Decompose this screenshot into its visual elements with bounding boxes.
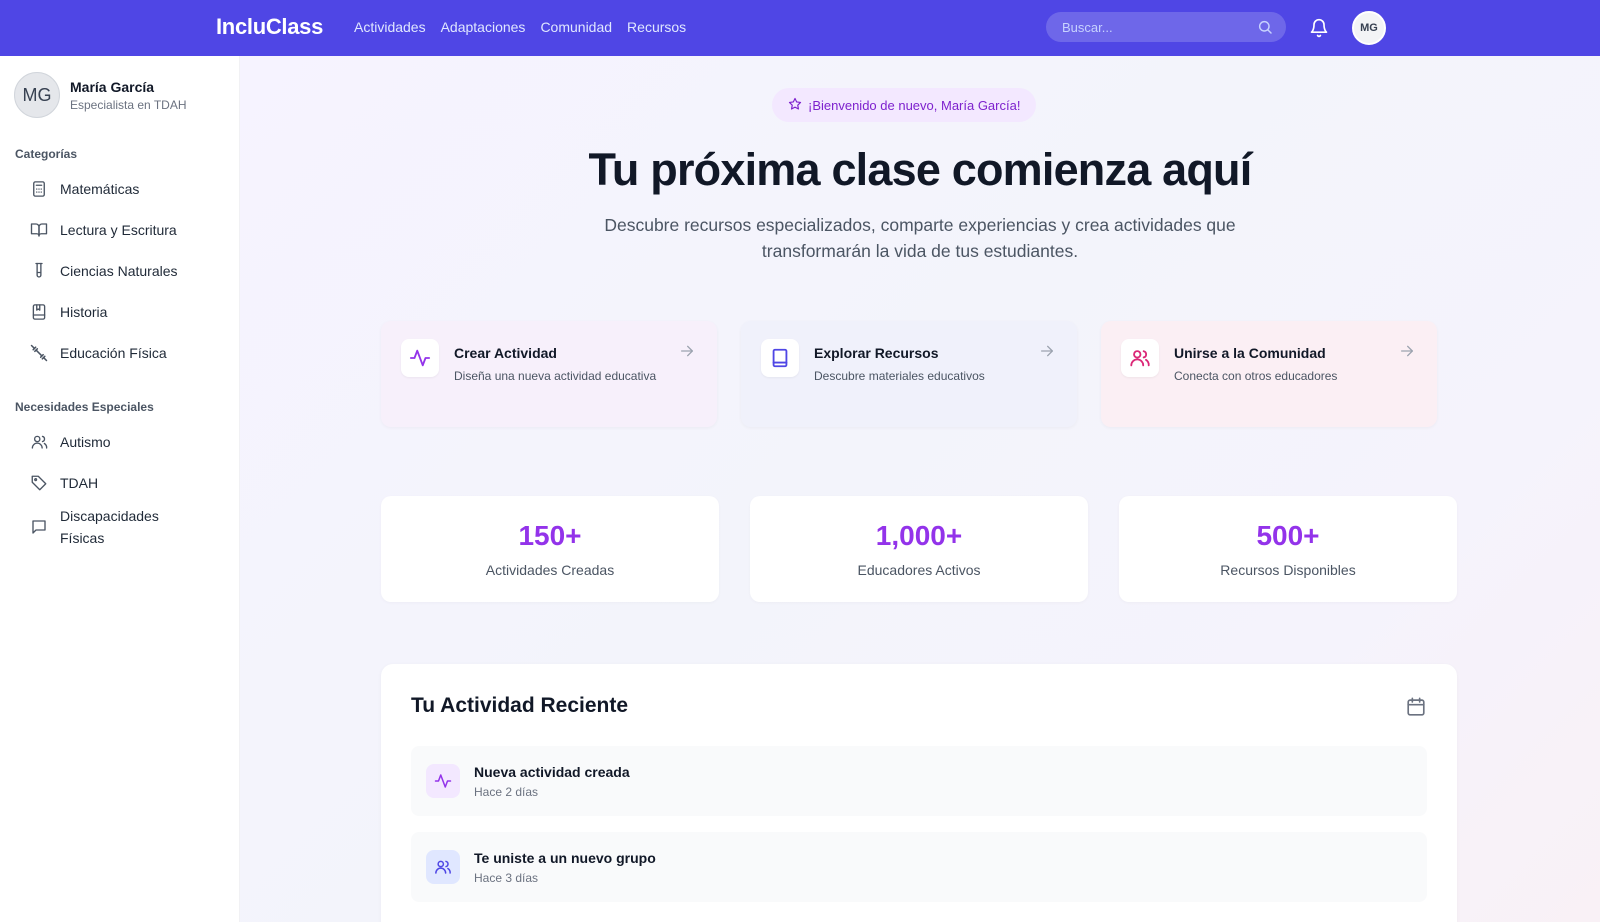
history-book-icon — [28, 301, 50, 323]
action-title: Crear Actividad — [454, 345, 557, 361]
arrow-right-icon — [1041, 345, 1053, 357]
action-title: Explorar Recursos — [814, 345, 939, 361]
activity-time: Hace 2 días — [474, 784, 539, 799]
action-title: Unirse a la Comunidad — [1174, 345, 1326, 361]
sidebar-item-label: Lectura y Escritura — [60, 221, 177, 238]
book-open-icon — [28, 219, 50, 241]
main-content: ¡Bienvenido de nuevo, María García! Tu p… — [240, 56, 1600, 922]
bell-icon[interactable] — [1308, 16, 1330, 40]
nav-adaptaciones[interactable]: Adaptaciones — [441, 19, 526, 35]
sidebar-item-educacion-fisica[interactable]: Educación Física — [28, 332, 178, 373]
stat-label: Educadores Activos — [857, 562, 981, 578]
needs-list: Autismo TDAH Discapacidades Físicas — [28, 421, 180, 551]
action-card-explorar-recursos[interactable]: Explorar Recursos Descubre materiales ed… — [741, 321, 1077, 427]
sidebar-item-lectura[interactable]: Lectura y Escritura — [28, 209, 178, 250]
users-icon — [1121, 339, 1159, 377]
nav-comunidad[interactable]: Comunidad — [540, 19, 612, 35]
stat-value: 1,000+ — [875, 520, 963, 551]
action-description: Descubre materiales educativos — [814, 369, 985, 383]
stat-label: Recursos Disponibles — [1220, 562, 1356, 578]
tag-icon — [28, 472, 50, 494]
action-description: Diseña una nueva actividad educativa — [454, 369, 657, 383]
stat-label: Actividades Creadas — [485, 562, 615, 578]
hero-title: Tu próxima clase comienza aquí — [588, 144, 1253, 195]
sidebar-item-label: Matemáticas — [60, 180, 140, 197]
profile-role: Especialista en TDAH — [70, 97, 187, 112]
action-description: Conecta con otros educadores — [1174, 369, 1338, 383]
nav-actividades[interactable]: Actividades — [354, 19, 426, 35]
list-item[interactable]: Nueva actividad creada Hace 2 días — [411, 746, 1427, 816]
sidebar-item-label: Ciencias Naturales — [60, 262, 178, 279]
sidebar-item-autismo[interactable]: Autismo — [28, 421, 180, 462]
welcome-text: ¡Bienvenido de nuevo, María García! — [808, 97, 1021, 113]
hero-subtitle: Descubre recursos especializados, compar… — [604, 215, 1236, 261]
book-icon — [761, 339, 799, 377]
main-nav: Actividades Adaptaciones Comunidad Recur… — [354, 19, 686, 35]
stat-value: 500+ — [1256, 520, 1320, 551]
users-icon — [28, 431, 50, 453]
sidebar-item-label: TDAH — [60, 474, 99, 491]
action-card-crear-actividad[interactable]: Crear Actividad Diseña una nueva activid… — [381, 321, 717, 427]
welcome-badge: ¡Bienvenido de nuevo, María García! — [772, 88, 1037, 122]
user-avatar[interactable]: MG — [1352, 11, 1386, 45]
action-card-unirse-comunidad[interactable]: Unirse a la Comunidad Conecta con otros … — [1101, 321, 1437, 427]
recent-activity-title: Tu Actividad Reciente — [411, 694, 629, 717]
nav-recursos[interactable]: Recursos — [627, 19, 686, 35]
activity-icon — [426, 764, 460, 798]
message-square-icon — [28, 516, 50, 538]
sidebar-item-label: Historia — [60, 303, 108, 320]
profile-name: María García — [70, 78, 155, 95]
sidebar-item-label: Discapacidades Físicas — [60, 508, 159, 546]
needs-heading: Necesidades Especiales — [15, 400, 154, 414]
search-box — [1046, 12, 1286, 42]
search-icon[interactable] — [1256, 18, 1274, 36]
sidebar-item-label: Autismo — [60, 433, 111, 450]
activity-time: Hace 3 días — [474, 870, 539, 885]
top-navbar: IncluClass Actividades Adaptaciones Comu… — [0, 0, 1600, 56]
recent-activity-panel: Tu Actividad Reciente Nueva actividad cr… — [381, 664, 1457, 922]
sidebar: MG María García Especialista en TDAH Cat… — [0, 56, 240, 922]
test-tube-icon — [28, 260, 50, 282]
stat-value: 150+ — [518, 520, 582, 551]
profile-card[interactable]: MG María García Especialista en TDAH — [14, 72, 187, 118]
recent-activity-list: Nueva actividad creada Hace 2 días Te un… — [411, 746, 1427, 918]
arrow-right-icon — [681, 345, 693, 357]
sidebar-item-label: Educación Física — [60, 344, 167, 361]
profile-avatar: MG — [14, 72, 60, 118]
sidebar-item-discapacidades[interactable]: Discapacidades Físicas — [28, 503, 180, 551]
activity-title: Nueva actividad creada — [474, 763, 630, 780]
stat-card-recursos: 500+ Recursos Disponibles — [1119, 496, 1457, 602]
brand-logo[interactable]: IncluClass — [216, 14, 323, 40]
categories-list: Matemáticas Lectura y Escritura Ciencias… — [28, 168, 178, 373]
sidebar-item-ciencias[interactable]: Ciencias Naturales — [28, 250, 178, 291]
sidebar-item-historia[interactable]: Historia — [28, 291, 178, 332]
activity-title: Te uniste a un nuevo grupo — [474, 849, 656, 866]
users-icon — [426, 850, 460, 884]
categories-heading: Categorías — [15, 147, 78, 161]
sidebar-item-matematicas[interactable]: Matemáticas — [28, 168, 178, 209]
calculator-icon — [28, 178, 50, 200]
search-input[interactable] — [1062, 19, 1252, 35]
calendar-icon[interactable] — [1405, 696, 1427, 718]
activity-icon — [401, 339, 439, 377]
dumbbell-icon — [28, 342, 50, 364]
stat-card-actividades: 150+ Actividades Creadas — [381, 496, 719, 602]
sidebar-item-tdah[interactable]: TDAH — [28, 462, 180, 503]
list-item[interactable]: Te uniste a un nuevo grupo Hace 3 días — [411, 832, 1427, 902]
star-icon — [788, 97, 802, 114]
stat-card-educadores: 1,000+ Educadores Activos — [750, 496, 1088, 602]
arrow-right-icon — [1401, 345, 1413, 357]
